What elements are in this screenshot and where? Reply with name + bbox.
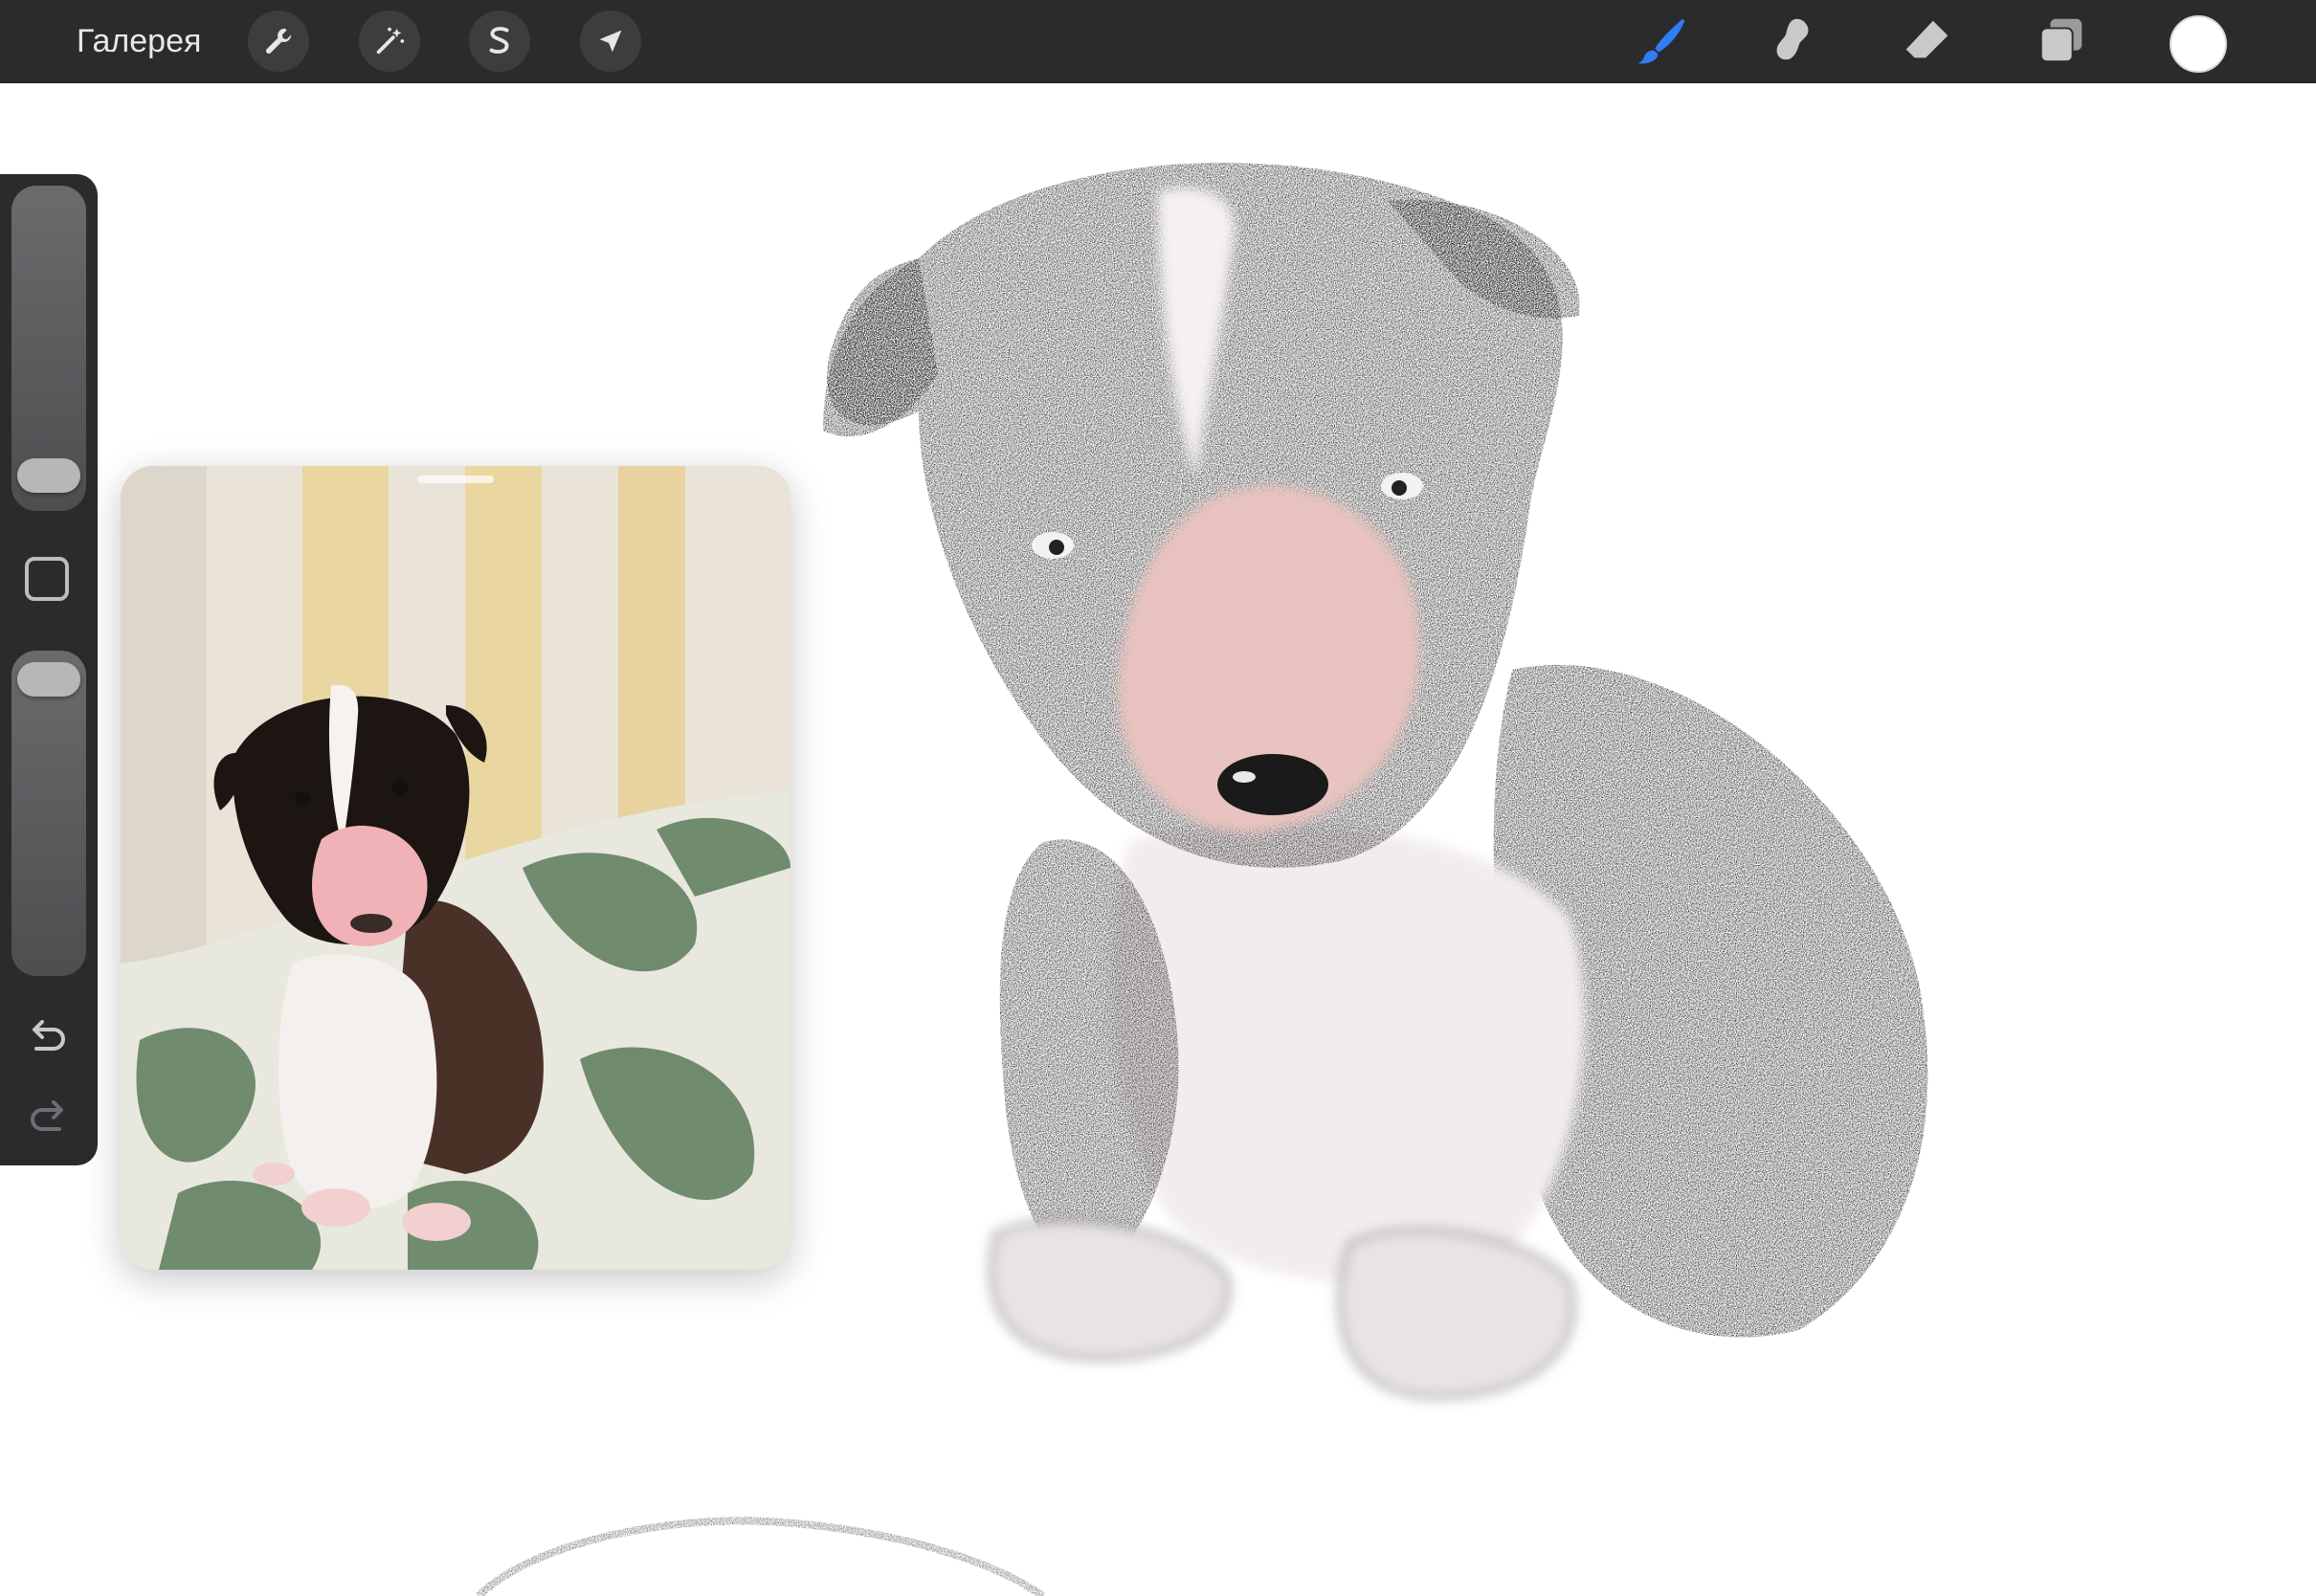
smudge-icon[interactable] — [1762, 10, 1825, 73]
wrench-icon[interactable] — [248, 11, 309, 72]
reference-drag-handle[interactable] — [417, 476, 494, 483]
magic-wand-icon[interactable] — [359, 11, 420, 72]
gallery-button[interactable]: Галерея — [77, 21, 201, 61]
reference-window[interactable] — [121, 466, 791, 1270]
layers-icon[interactable] — [2030, 10, 2093, 73]
arrow-cursor-icon[interactable] — [580, 11, 641, 72]
selection-s-icon[interactable] — [469, 11, 530, 72]
top-toolbar: Галерея — [0, 0, 2316, 83]
puppy-sketch — [823, 163, 1928, 1399]
brush-icon[interactable] — [1631, 10, 1694, 73]
reference-photo-puppy — [121, 466, 791, 1270]
eraser-icon[interactable] — [1896, 10, 1959, 73]
color-picker-button[interactable] — [2170, 15, 2227, 73]
second-sketch-outline — [476, 1517, 1046, 1596]
